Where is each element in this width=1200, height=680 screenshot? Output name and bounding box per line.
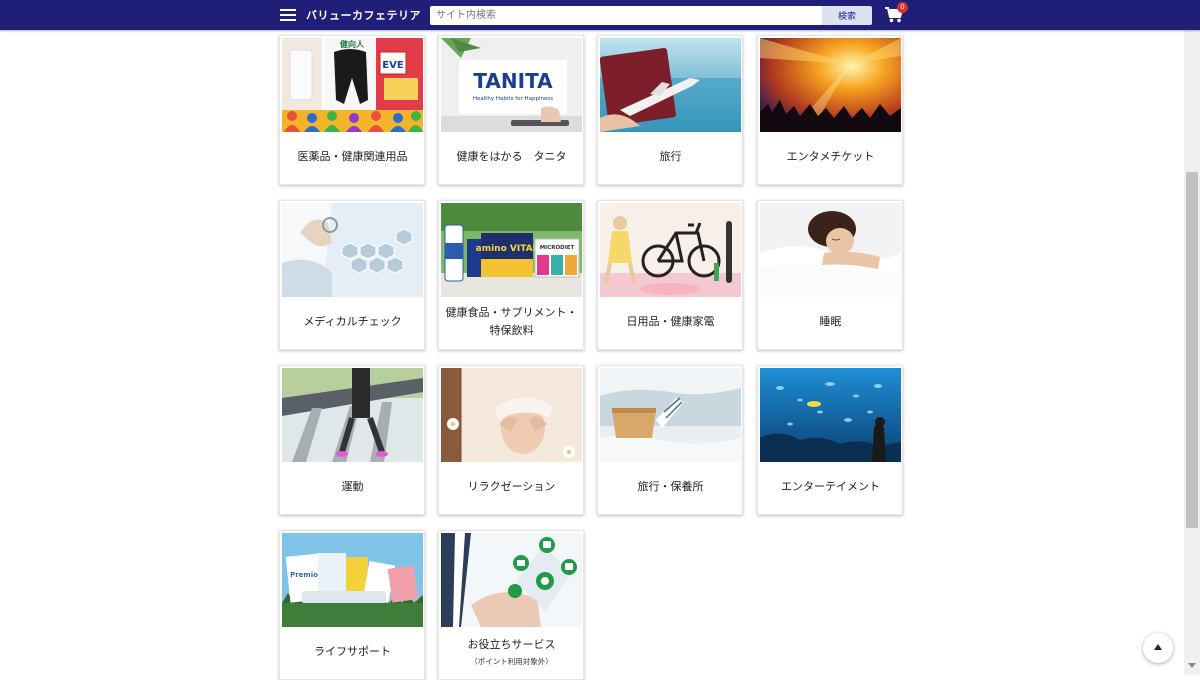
scrollbar-thumb[interactable] [1186, 172, 1198, 528]
tanita-slogan-image-text: Healthy Habits for Happiness [473, 96, 553, 102]
scroll-down-icon[interactable] [1188, 663, 1196, 668]
microdiet-image-text: MICRODIET [540, 245, 575, 251]
hot-spring-image [600, 368, 741, 462]
category-card-entertainment[interactable]: エンターテイメント [757, 365, 903, 515]
hamburger-menu-icon[interactable] [280, 9, 296, 21]
eve-image-text: EVE [382, 60, 404, 71]
back-to-top-button[interactable] [1143, 633, 1173, 663]
sleep-image [760, 203, 901, 297]
category-label: お役立ちサービス [467, 638, 556, 651]
category-label: メディカルチェック [303, 315, 402, 328]
relaxation-image [441, 368, 582, 462]
category-card-life-support[interactable]: Premio ライフサポート [279, 530, 425, 680]
category-sublabel: （ポイント利用対象外） [470, 657, 553, 666]
category-card-travel[interactable]: 旅行 [597, 35, 743, 185]
tanita-image-text: TANITA [473, 69, 553, 93]
medicine-products-image: EVE 健向人 [282, 38, 423, 132]
search-button[interactable]: 検索 [822, 6, 872, 25]
category-label: 医薬品・健康関連用品 [297, 150, 408, 163]
category-label: 旅行 [659, 150, 682, 163]
category-label: 日用品・健康家電 [626, 315, 715, 328]
category-card-useful-services[interactable]: お役立ちサービス （ポイント利用対象外） [438, 530, 584, 680]
category-card-health-foods[interactable]: amino VITAL MICRODIET 健康食品・サプリメント・特保飲料 [438, 200, 584, 350]
site-brand[interactable]: バリューカフェテリア [306, 7, 421, 23]
category-label: エンターテイメント [781, 480, 880, 493]
category-card-daily-goods[interactable]: 日用品・健康家電 [597, 200, 743, 350]
category-card-medicine[interactable]: EVE 健向人 医薬品・健康関連用品 [279, 35, 425, 185]
useful-services-image [441, 533, 582, 627]
life-support-image: Premio [282, 533, 423, 627]
cart-count-badge: 0 [897, 2, 908, 13]
aquarium-image [760, 368, 901, 462]
arrow-up-icon [1154, 644, 1162, 650]
tanita-scale-image: TANITA Healthy Habits for Happiness [441, 38, 582, 132]
category-label: ライフサポート [314, 645, 391, 658]
category-card-exercise[interactable]: 運動 [279, 365, 425, 515]
vertical-scrollbar[interactable] [1184, 30, 1200, 675]
amino-vital-image-text: amino VITAL [476, 244, 539, 254]
category-label: 健康をはかる タニタ [456, 150, 567, 163]
category-label: 運動 [341, 480, 364, 493]
daily-goods-image [600, 203, 741, 297]
category-label: リラクゼーション [467, 480, 556, 493]
category-card-entertainment-tickets[interactable]: エンタメチケット [757, 35, 903, 185]
category-card-relaxation[interactable]: リラクゼーション [438, 365, 584, 515]
category-card-medical-check[interactable]: メディカルチェック [279, 200, 425, 350]
category-card-tanita[interactable]: TANITA Healthy Habits for Happiness 健康をは… [438, 35, 584, 185]
concert-image [760, 38, 901, 132]
category-card-travel-resort[interactable]: 旅行・保養所 [597, 365, 743, 515]
category-label: エンタメチケット [786, 150, 875, 163]
premio-image-text: Premio [290, 571, 318, 579]
kenkojin-image-text: 健向人 [340, 39, 365, 49]
supplements-image: amino VITAL MICRODIET [441, 203, 582, 297]
travel-image [600, 38, 741, 132]
category-card-sleep[interactable]: 睡眠 [757, 200, 903, 350]
category-label: 健康食品・サプリメント・特保飲料 [445, 306, 578, 337]
category-label: 旅行・保養所 [637, 480, 704, 493]
top-header: バリューカフェテリア 検索 0 [0, 0, 1200, 30]
medical-check-image [282, 203, 423, 297]
cart-icon[interactable]: 0 [884, 2, 908, 26]
exercise-image [282, 368, 423, 462]
search-input[interactable] [430, 6, 822, 25]
category-label: 睡眠 [819, 315, 842, 328]
